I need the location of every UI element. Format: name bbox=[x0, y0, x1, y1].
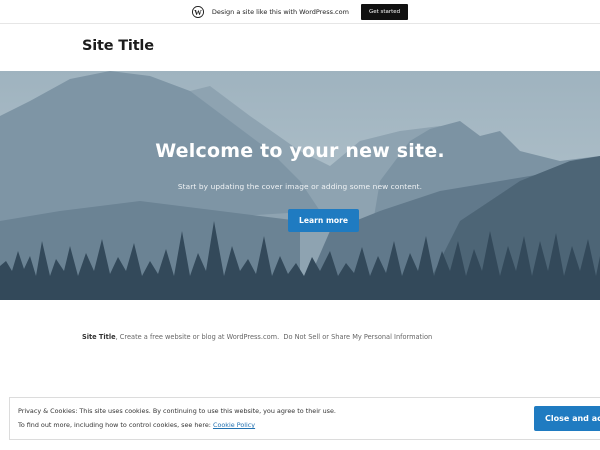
cookie-notice-text: Privacy & Cookies: This site uses cookie… bbox=[18, 407, 336, 415]
get-started-button[interactable]: Get started bbox=[360, 3, 409, 20]
wordpress-promo-text[interactable]: Design a site like this with WordPress.c… bbox=[212, 8, 349, 16]
svg-text:W: W bbox=[194, 7, 202, 16]
footer-comma: , bbox=[115, 333, 118, 341]
site-footer: Site Title, Create a free website or blo… bbox=[82, 333, 432, 341]
footer-period: . bbox=[277, 333, 280, 341]
close-and-accept-button[interactable]: Close and accept bbox=[534, 406, 600, 431]
cookie-more-info-text: To find out more, including how to contr… bbox=[18, 421, 211, 429]
cookie-policy-link[interactable]: Cookie Policy bbox=[213, 421, 255, 429]
cover-heading: Welcome to your new site. bbox=[155, 140, 445, 162]
wordpress-top-bar: W Design a site like this with WordPress… bbox=[0, 0, 600, 24]
learn-more-button[interactable]: Learn more bbox=[288, 209, 359, 232]
wordpress-logo-icon[interactable]: W bbox=[191, 5, 204, 18]
cover-subtext: Start by updating the cover image or add… bbox=[177, 182, 423, 191]
cookie-more-info: To find out more, including how to contr… bbox=[18, 421, 255, 429]
footer-wordpress-link[interactable]: Create a free website or blog at WordPre… bbox=[120, 333, 277, 341]
footer-site-title[interactable]: Site Title bbox=[82, 333, 116, 341]
footer-privacy-link[interactable]: Do Not Sell or Share My Personal Informa… bbox=[283, 333, 432, 341]
wordpress-promo: W Design a site like this with WordPress… bbox=[191, 3, 409, 20]
site-title[interactable]: Site Title bbox=[82, 38, 154, 54]
cookie-banner: Privacy & Cookies: This site uses cookie… bbox=[9, 397, 600, 440]
cover-block: Welcome to your new site. Start by updat… bbox=[0, 71, 600, 300]
